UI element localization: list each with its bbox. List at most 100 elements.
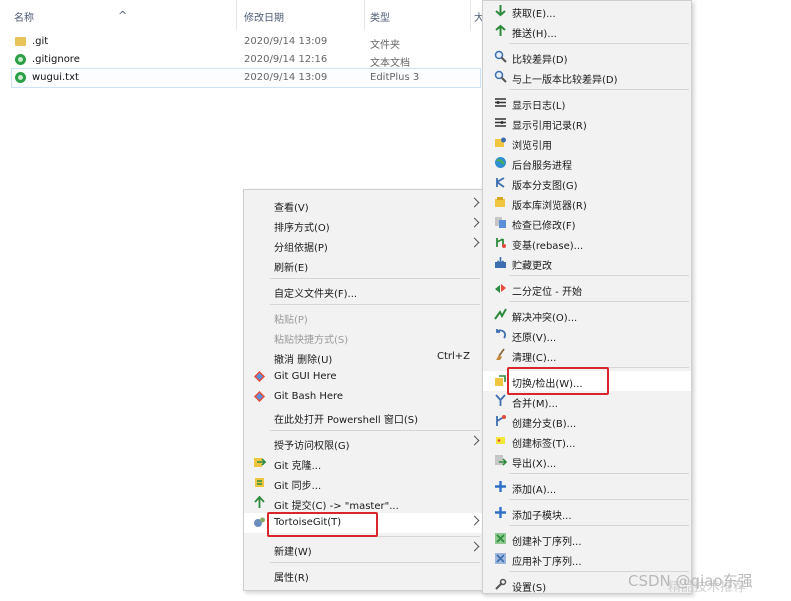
menu-item-git-bash[interactable]: Git Bash Here [244,387,484,407]
column-name[interactable]: 名称 [14,9,34,24]
menu-item-cleanup[interactable]: 清理(C)... [483,345,691,365]
menu-item-label: 变基(rebase)... [512,241,584,252]
git-commit-icon [254,496,265,508]
shortcut-label: Ctrl+Z [436,351,470,362]
menu-item-label: 导出(X)... [512,459,557,470]
menu-item-label: 粘贴(P) [274,315,308,326]
menu-item-label: 刷新(E) [274,263,309,274]
menu-item-repo-browser[interactable]: 版本库浏览器(R) [483,193,691,213]
menu-item-rebase[interactable]: 变基(rebase)... [483,233,691,253]
menu-item-bisect-start[interactable]: 二分定位 - 开始 [483,279,691,299]
menu-item-label: Git 提交(C) -> "master"... [274,501,399,512]
menu-item-reflog[interactable]: 显示引用记录(R) [483,113,691,133]
menu-item-refresh[interactable]: 刷新(E) [244,255,484,275]
highlight-box-switch-checkout [507,367,609,395]
menu-item-label: 查看(V) [274,203,309,214]
file-row[interactable]: .gitignore 2020/9/14 12:16 文本文档 [12,51,480,69]
menu-item-view[interactable]: 查看(V) [244,195,484,215]
menu-item-push[interactable]: 推送(H)... [483,21,691,41]
menu-item-add-submodule[interactable]: 添加子模块... [483,503,691,523]
chevron-right-icon [469,541,480,552]
file-row[interactable]: wugui.txt 2020/9/14 13:09 EditPlus 3 [11,68,481,88]
push-icon [495,24,506,36]
magnifier-icon [494,70,507,83]
menu-item-label: Git 克隆... [274,461,322,472]
menu-item-create-patch[interactable]: 创建补丁序列... [483,529,691,549]
plus-icon [495,481,506,492]
menu-separator [509,499,689,500]
column-divider[interactable] [236,0,237,30]
menu-item-label: 显示日志(L) [512,101,566,112]
menu-item-apply-patch[interactable]: 应用补丁序列... [483,549,691,569]
menu-item-label: 创建标签(T)... [512,439,576,450]
menu-item-label: 推送(H)... [512,29,557,40]
menu-item-properties[interactable]: 属性(R) [244,565,484,585]
globe-icon [495,157,506,168]
menu-item-create-tag[interactable]: 创建标签(T)... [483,431,691,451]
menu-item-resolve[interactable]: 解决冲突(O)... [483,305,691,325]
menu-item-label: 获取(E)... [512,9,556,20]
menu-item-diff-previous[interactable]: 与上一版本比较差异(D) [483,67,691,87]
merge-icon [495,394,506,406]
menu-item-label: 二分定位 - 开始 [512,287,582,298]
menu-item-new[interactable]: 新建(W) [244,539,484,559]
menu-item-grant-access[interactable]: 授予访问权限(G) [244,433,484,453]
menu-item-group[interactable]: 分组依据(P) [244,235,484,255]
menu-item-export[interactable]: 导出(X)... [483,451,691,471]
menu-item-label: 授予访问权限(G) [274,441,350,452]
menu-item-label: 创建补丁序列... [512,537,582,548]
menu-item-label: Git 同步... [274,481,322,492]
check-modifications-icon [495,217,506,228]
menu-separator [509,525,689,526]
patch-icon [495,533,506,544]
menu-item-label: 显示引用记录(R) [512,121,587,132]
menu-item-label: 清理(C)... [512,353,557,364]
stash-icon [495,257,506,268]
menu-item-git-gui[interactable]: Git GUI Here [244,367,484,387]
menu-item-label: 添加子模块... [512,511,572,522]
menu-item-label: 设置(S) [512,583,547,594]
menu-item-check-modifications[interactable]: 检查已修改(F) [483,213,691,233]
file-row[interactable]: .git 2020/9/14 13:09 文件夹 [12,33,480,51]
menu-item-create-branch[interactable]: 创建分支(B)... [483,411,691,431]
menu-item-browse-refs[interactable]: 浏览引用 [483,133,691,153]
menu-item-revert[interactable]: 还原(V)... [483,325,691,345]
menu-item-open-powershell[interactable]: 在此处打开 Powershell 窗口(S) [244,407,484,427]
repo-browser-icon [495,197,505,207]
menu-item-stash[interactable]: 贮藏更改 [483,253,691,273]
menu-item-diff[interactable]: 比较差异(D) [483,47,691,67]
menu-item-sort[interactable]: 排序方式(O) [244,215,484,235]
file-name: wugui.txt [32,72,79,83]
file-name: .gitignore [32,54,80,65]
menu-item-git-clone[interactable]: Git 克隆... [244,453,484,473]
menu-item-revision-graph[interactable]: 版本分支图(G) [483,173,691,193]
git-status-ok-icon [15,54,26,65]
menu-item-label: 添加(A)... [512,485,557,496]
menu-item-fetch[interactable]: 获取(E)... [483,1,691,21]
menu-item-daemon[interactable]: 后台服务进程 [483,153,691,173]
menu-item-label: 属性(R) [274,573,309,584]
column-date[interactable]: 修改日期 [244,9,284,24]
chevron-right-icon [469,435,480,446]
menu-item-show-log[interactable]: 显示日志(L) [483,93,691,113]
menu-item-label: 版本库浏览器(R) [512,201,587,212]
file-type: 文本文档 [370,58,410,69]
menu-item-git-commit[interactable]: Git 提交(C) -> "master"... [244,493,484,513]
menu-item-customize-folder[interactable]: 自定义文件夹(F)... [244,281,484,301]
menu-separator [509,275,689,276]
column-divider[interactable] [470,0,471,30]
apply-patch-icon [495,553,506,564]
menu-item-undo[interactable]: 撤消 删除(U) Ctrl+Z [244,347,484,367]
menu-item-label: 贮藏更改 [512,261,552,272]
column-divider[interactable] [364,0,365,30]
file-date: 2020/9/14 12:16 [244,54,328,65]
chevron-right-icon [469,515,480,526]
menu-item-label: 合并(M)... [512,399,558,410]
column-type[interactable]: 类型 [370,9,390,24]
menu-item-git-sync[interactable]: Git 同步... [244,473,484,493]
resolve-icon [494,308,507,320]
menu-item-label: 分组依据(P) [274,243,328,254]
folder-icon [15,37,26,46]
menu-item-add[interactable]: 添加(A)... [483,477,691,497]
menu-item-label: Git Bash Here [274,391,344,402]
